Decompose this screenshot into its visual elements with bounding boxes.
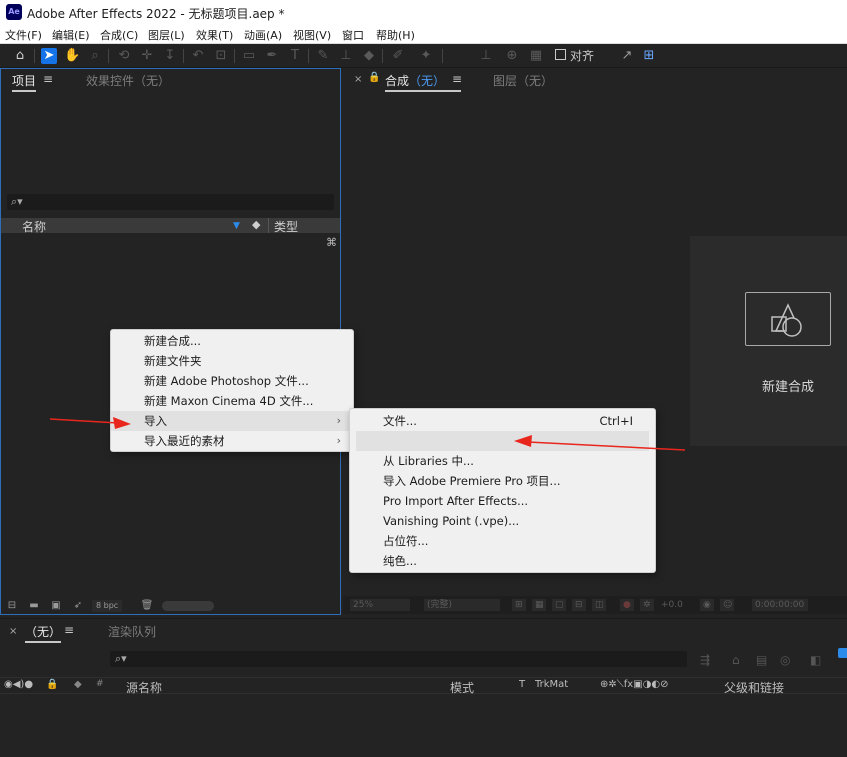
annotation-arrow-import: [49, 418, 119, 424]
annotation-arrow-file-head: [514, 435, 532, 447]
annotation-arrow-file: [527, 441, 686, 451]
annotation-arrow-import-head: [113, 417, 131, 429]
annotation-arrows: [49, 417, 686, 451]
